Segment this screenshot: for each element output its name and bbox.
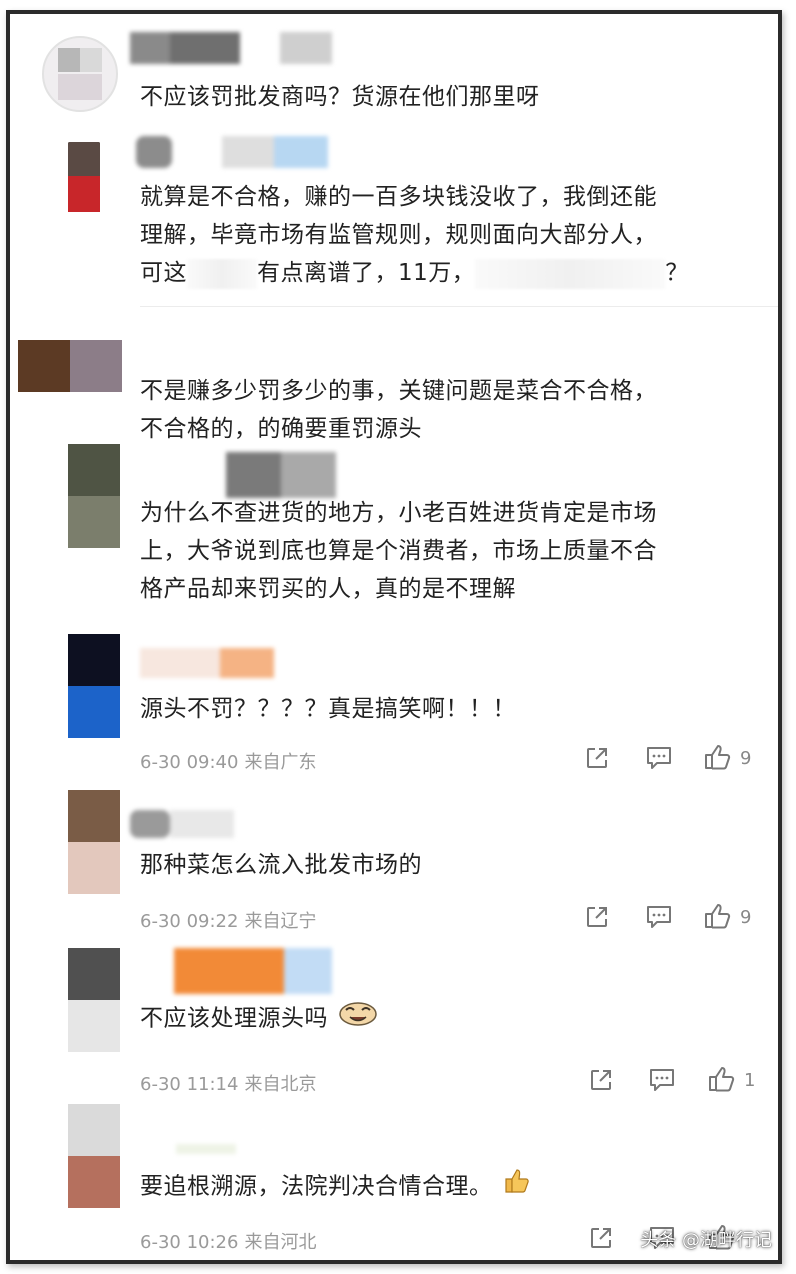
comment-date: 6-30 10:26 [140,1232,239,1253]
comment-location: 来自广东 [244,752,317,773]
username-blurred[interactable] [176,1144,236,1154]
avatar[interactable] [50,138,118,218]
divider [140,306,778,307]
avatar[interactable] [42,36,118,112]
share-icon[interactable] [584,745,610,771]
avatar[interactable] [18,340,122,392]
avatar[interactable] [68,634,120,738]
comment-fragment: 要追根溯源，法院判决合情合理。 [140,1173,493,1200]
comment-meta: 6-30 09:40 来自广东 [140,748,316,774]
comment-text: 那种菜怎么流入批发市场的 [140,846,758,884]
laughing-emoji-icon [336,998,380,1040]
like-count: 9 [740,748,752,769]
comment-fragment: 不应该处理源头吗 [140,1005,328,1032]
comment-line: 就算是不合格，赚的一百多块钱没收了，我倒还能 [140,184,657,210]
comment-line: 不是赚多少罚多少的事，关键问题是菜合不合格， [140,378,657,404]
comment-text: 就算是不合格，赚的一百多块钱没收了，我倒还能 理解，毕竟市场有监管规则，规则面向… [140,178,758,292]
comment-fragment: 有点离谱了，11万， [257,260,476,286]
comment-date: 6-30 11:14 [140,1074,239,1095]
username-blurred[interactable] [226,452,336,498]
username-blurred[interactable] [130,32,340,64]
username-blurred[interactable] [136,136,336,168]
comment-line: 要追根溯源，法院判决合情合理。 [140,1166,758,1208]
comment-screenshot-frame: 不应该罚批发商吗？货源在他们那里呀 就算是不合格，赚的一百多块钱没收了，我倒还能… [6,10,782,1264]
comment-location: 来自河北 [244,1232,317,1253]
thumbs-up-icon[interactable] [703,902,733,930]
redacted-text [475,258,666,289]
comment-icon[interactable] [645,745,673,771]
comment-meta: 6-30 10:26 来自河北 [140,1228,316,1254]
share-icon[interactable] [588,1225,614,1251]
comment-text: 不应该罚批发商吗？货源在他们那里呀 [140,78,758,116]
comment-meta: 6-30 09:22 来自辽宁 [140,907,316,933]
comment-line: 可这 有点离谱了，11万， ？ [140,254,758,292]
comment-fragment: 可这 [140,260,187,286]
username-blurred[interactable] [174,948,334,994]
username-blurred[interactable] [130,810,250,838]
comment-icon[interactable] [648,1067,676,1093]
comment-text: 要追根溯源，法院判决合情合理。 [140,1166,758,1208]
comment-fragment: ？ [665,260,689,286]
comment-date: 6-30 09:22 [140,911,239,932]
thumbs-up-emoji-icon [501,1166,531,1208]
avatar[interactable] [68,444,120,548]
comment-meta: 6-30 11:14 来自北京 [140,1070,316,1096]
avatar[interactable] [68,948,120,1052]
comment-date: 6-30 09:40 [140,752,239,773]
like-count: 1 [744,1070,756,1091]
share-icon[interactable] [584,904,610,930]
thumbs-up-icon[interactable] [703,743,733,771]
comment-line: 那种菜怎么流入批发市场的 [140,852,422,878]
comment-text: 为什么不查进货的地方，小老百姓进货肯定是市场 上，大爷说到底也算是个消费者，市场… [140,494,758,608]
comment-line: 格产品却来罚买的人，真的是不理解 [140,576,516,602]
like-count: 9 [740,907,752,928]
comment-line: 源头不罚？？？？真是搞笑啊！！！ [140,696,516,722]
comment-location: 来自辽宁 [244,911,317,932]
comment-text: 不是赚多少罚多少的事，关键问题是菜合不合格， 不合格的，的确要重罚源头 [140,372,758,448]
comment-line: 不应该处理源头吗 [140,998,758,1040]
comment-line: 不应该罚批发商吗？货源在他们那里呀 [140,84,540,110]
username-blurred[interactable] [140,648,280,678]
avatar[interactable] [68,790,120,894]
watermark: 头条 @湖畔行记 [640,1230,772,1251]
comment-line: 理解，毕竟市场有监管规则，规则面向大部分人， [140,222,657,248]
comment-icon[interactable] [645,904,673,930]
comment-line: 上，大爷说到底也算是个消费者，市场上质量不合 [140,538,657,564]
comment-text: 源头不罚？？？？真是搞笑啊！！！ [140,690,758,728]
comment-text: 不应该处理源头吗 [140,998,758,1040]
thumbs-up-icon[interactable] [707,1065,737,1093]
avatar[interactable] [68,1104,120,1208]
comment-line: 不合格的，的确要重罚源头 [140,416,422,442]
comment-line: 为什么不查进货的地方，小老百姓进货肯定是市场 [140,500,657,526]
comment-location: 来自北京 [244,1074,317,1095]
redacted-text [187,258,257,289]
share-icon[interactable] [588,1067,614,1093]
